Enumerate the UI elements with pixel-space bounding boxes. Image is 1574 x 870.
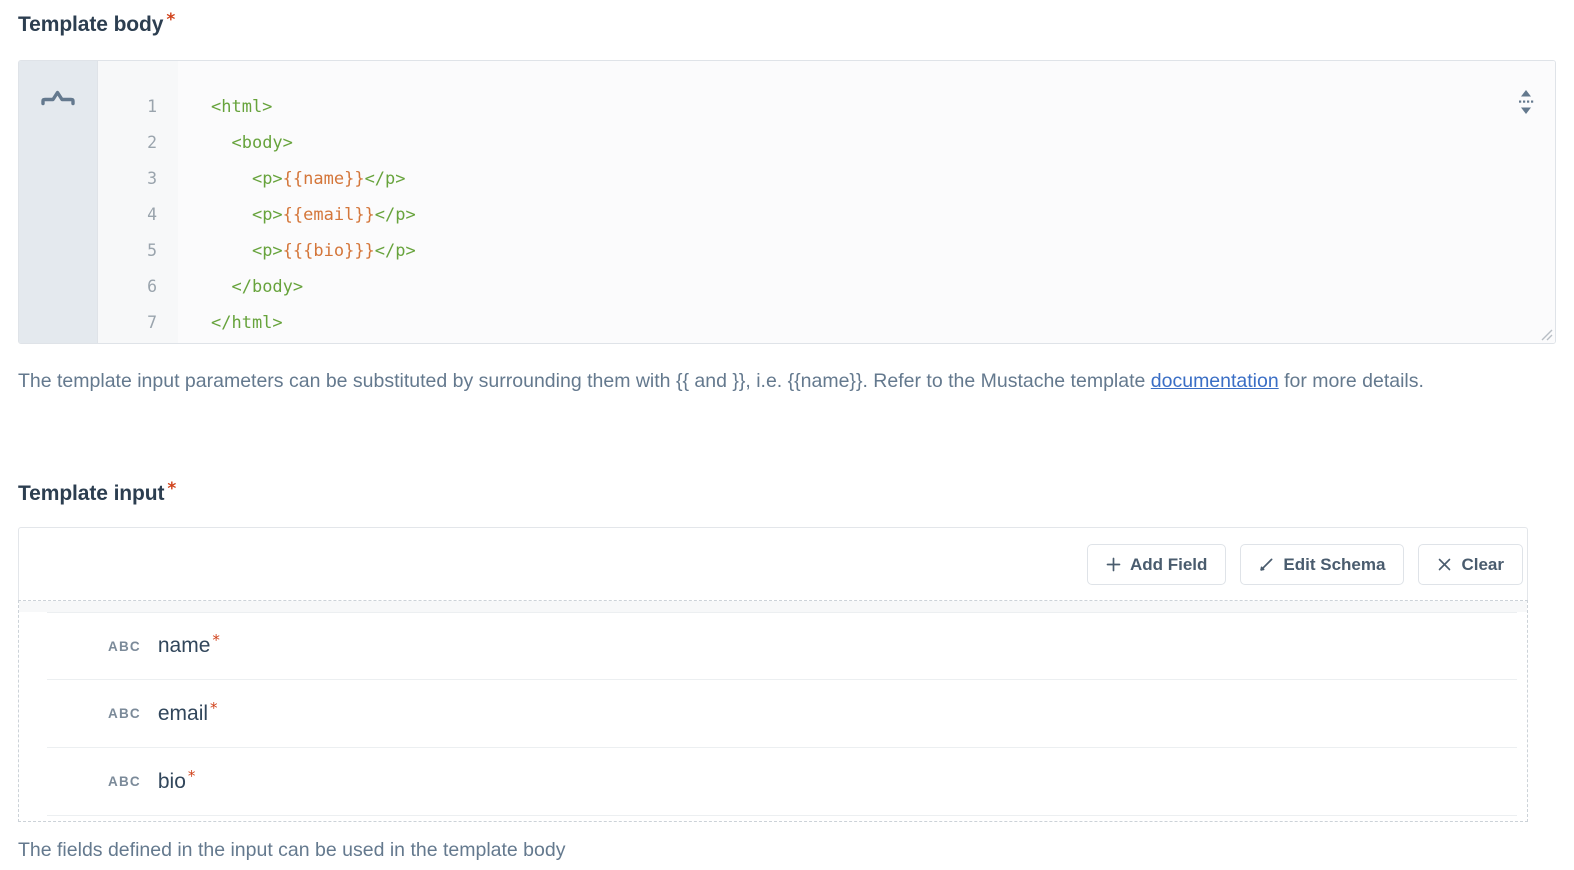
- line-number: 7: [147, 313, 157, 332]
- field-name: bio *: [157, 766, 196, 794]
- plus-icon: [1106, 557, 1121, 572]
- resize-grip-icon[interactable]: [1537, 325, 1553, 341]
- code-line: </html>: [211, 305, 1555, 341]
- required-asterisk: *: [166, 10, 176, 30]
- code-token-tag: <p>: [251, 169, 283, 189]
- code-fold-gutter[interactable]: [19, 61, 98, 343]
- required-asterisk: *: [167, 479, 177, 499]
- template-input-toolbar: Add Field Edit Schema Clear: [1086, 544, 1523, 585]
- code-token-tag: <p>: [251, 241, 283, 261]
- field-row[interactable]: ABC bio *: [47, 748, 1517, 816]
- code-token-tag: <p>: [251, 205, 283, 225]
- help-text-after: for more details.: [1278, 370, 1424, 392]
- code-line: <p>{{{bio}}}</p>: [211, 233, 1555, 269]
- code-token-tag: </p>: [374, 205, 416, 225]
- template-editor-page: Template body * 1 2 3 4 5 6 7 <html> <bo…: [0, 0, 1574, 870]
- add-field-label: Add Field: [1129, 554, 1208, 574]
- code-token-tag: </p>: [364, 169, 406, 189]
- string-type-icon: ABC: [108, 774, 141, 789]
- field-name-text: bio: [157, 769, 186, 793]
- required-asterisk: *: [210, 698, 218, 717]
- add-field-button[interactable]: Add Field: [1086, 544, 1227, 585]
- edit-schema-button[interactable]: Edit Schema: [1240, 544, 1405, 585]
- clear-label: Clear: [1461, 554, 1504, 574]
- help-text-before: The template input parameters can be sub…: [18, 370, 1151, 392]
- template-input-fields-zone[interactable]: ABC name * ABC email * ABC bio *: [18, 600, 1528, 822]
- code-token-variable: {{{bio}}}: [282, 241, 375, 261]
- string-type-icon: ABC: [108, 706, 141, 721]
- field-name: name *: [157, 631, 220, 658]
- field-name: email *: [157, 698, 218, 726]
- template-body-label: Template body: [18, 13, 164, 36]
- code-token-tag: </body>: [231, 277, 304, 297]
- vertical-resize-icon[interactable]: [1515, 89, 1537, 115]
- code-line: <body>: [211, 125, 1555, 161]
- template-body-help-text: The template input parameters can be sub…: [18, 364, 1556, 398]
- template-body-heading: Template body *: [18, 10, 176, 36]
- code-token-tag: <html>: [211, 97, 273, 117]
- template-input-label: Template input: [18, 482, 165, 505]
- code-line: </body>: [211, 269, 1555, 305]
- close-icon: [1437, 557, 1452, 572]
- line-number: 3: [147, 169, 157, 188]
- mustache-documentation-link[interactable]: documentation: [1151, 370, 1279, 392]
- field-name-text: email: [157, 701, 209, 725]
- code-token-tag: <body>: [231, 133, 293, 153]
- line-number: 6: [147, 277, 157, 296]
- string-type-icon: ABC: [108, 638, 141, 654]
- code-token-variable: {{name}}: [282, 169, 365, 189]
- pencil-icon: [1259, 557, 1274, 572]
- code-token-variable: {{email}}: [282, 205, 375, 225]
- required-asterisk: *: [212, 631, 220, 649]
- edit-schema-label: Edit Schema: [1283, 554, 1386, 574]
- line-number-gutter: 1 2 3 4 5 6 7: [98, 61, 178, 343]
- code-token-tag: </p>: [374, 241, 416, 261]
- line-number: 2: [147, 133, 157, 152]
- field-name-text: name: [157, 634, 211, 657]
- template-input-heading: Template input *: [18, 479, 177, 505]
- line-number: 5: [147, 241, 157, 260]
- field-row[interactable]: ABC email *: [47, 680, 1517, 748]
- required-asterisk: *: [187, 766, 196, 785]
- template-input-footer-note: The fields defined in the input can be u…: [18, 839, 566, 861]
- code-line: <p>{{name}}</p>: [211, 161, 1555, 197]
- code-line: <html>: [211, 89, 1555, 125]
- clear-button[interactable]: Clear: [1418, 544, 1523, 585]
- template-input-toolbar-card: Add Field Edit Schema Clear: [18, 527, 1528, 600]
- line-number: 1: [147, 97, 157, 116]
- line-number: 4: [147, 205, 157, 224]
- field-row[interactable]: ABC name *: [47, 612, 1517, 680]
- code-text-area[interactable]: <html> <body> <p>{{name}}</p> <p>{{email…: [178, 61, 1555, 343]
- fields-list: ABC name * ABC email * ABC bio *: [47, 612, 1517, 821]
- code-fold-icon[interactable]: [41, 90, 75, 106]
- code-line: <p>{{email}}</p>: [211, 197, 1555, 233]
- code-token-tag: </html>: [211, 313, 283, 333]
- template-body-code-editor[interactable]: 1 2 3 4 5 6 7 <html> <body> <p>{{name}}<…: [18, 60, 1556, 344]
